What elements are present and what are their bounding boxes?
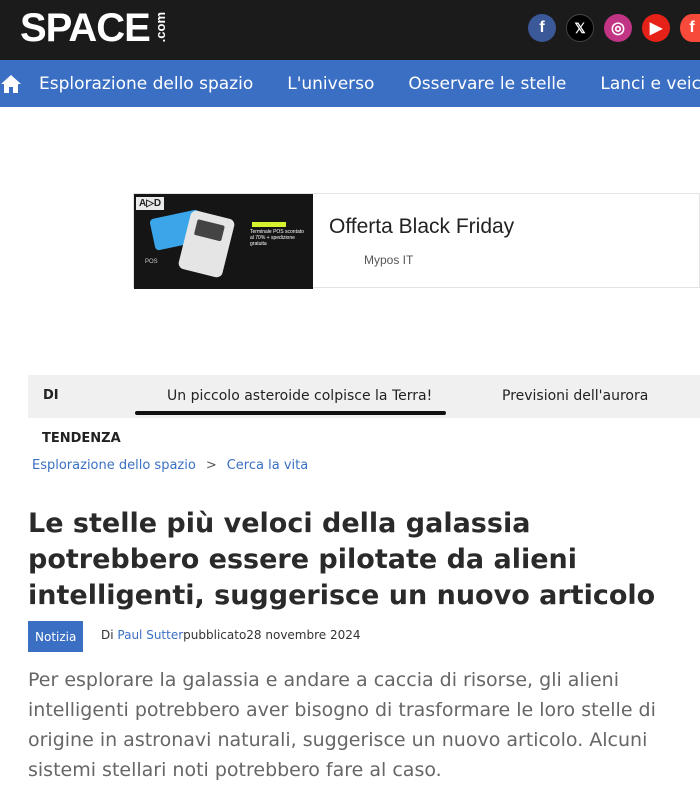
publish-date: 28 novembre 2024 (246, 628, 361, 642)
breadcrumb-item-space-exploration[interactable]: Esplorazione dello spazio (32, 458, 196, 473)
site-logo[interactable]: SPACE .com (20, 6, 168, 50)
social-links: f 𝕏 ◎ ▶ f (528, 14, 700, 42)
author-link[interactable]: Paul Sutter (117, 628, 183, 642)
trending-bar: DI Un piccolo asteroide colpisce la Terr… (28, 375, 700, 418)
breadcrumb: Esplorazione dello spazio > Cerca la vit… (32, 458, 308, 473)
ad-image-text: Terminale POS scontato al 70% + spedizio… (250, 229, 304, 247)
article-meta: Di Paul Sutterpubblicato28 novembre 2024 (101, 628, 361, 642)
trending-label-2: TENDENZA (42, 431, 121, 446)
instagram-icon[interactable]: ◎ (604, 14, 632, 42)
main-nav: Esplorazione dello spazio L'universo Oss… (0, 60, 700, 107)
home-icon[interactable] (0, 60, 22, 107)
flipboard-icon[interactable]: f (680, 14, 700, 42)
logo-suffix: .com (152, 12, 168, 43)
breadcrumb-item-search-life[interactable]: Cerca la vita (227, 458, 308, 473)
logo-wordmark: SPACE (20, 6, 151, 50)
breadcrumb-separator: > (205, 458, 217, 473)
nav-item-stargazing[interactable]: Osservare le stelle (391, 74, 583, 94)
byline-label: Di (101, 628, 118, 642)
article-headline: Le stelle più veloci della galassia potr… (28, 508, 656, 611)
article-tag[interactable]: Notizia (28, 621, 84, 652)
ad-pos-label: POS (145, 259, 158, 265)
nav-item-launches[interactable]: Lanci e veicoli (583, 74, 700, 94)
nav-item-space-exploration[interactable]: Esplorazione dello spazio (22, 74, 270, 94)
site-header: SPACE .com f 𝕏 ◎ ▶ f (0, 0, 700, 60)
article-lede: Per esplorare la galassia e andare a cac… (28, 669, 656, 781)
x-icon[interactable]: 𝕏 (566, 14, 594, 42)
published-label: pubblicato (183, 628, 247, 642)
ad-ribbon (252, 222, 286, 227)
trending-label: DI (43, 388, 59, 403)
ad-title[interactable]: Offerta Black Friday (329, 215, 514, 239)
nav-item-universe[interactable]: L'universo (270, 74, 391, 94)
youtube-icon[interactable]: ▶ (642, 14, 670, 42)
trending-active-indicator (135, 411, 446, 415)
facebook-icon[interactable]: f (528, 14, 556, 42)
ad-image[interactable]: A▷D Terminale POS scontato al 70% + sped… (134, 194, 313, 289)
ad-choices-badge[interactable]: A▷D (136, 197, 165, 210)
trending-item-asteroid[interactable]: Un piccolo asteroide colpisce la Terra! (167, 388, 432, 404)
ad-banner[interactable]: A▷D Terminale POS scontato al 70% + sped… (133, 193, 700, 289)
ad-brand[interactable]: Mypos IT (364, 253, 413, 267)
trending-item-aurora[interactable]: Previsioni dell'aurora (502, 388, 648, 404)
